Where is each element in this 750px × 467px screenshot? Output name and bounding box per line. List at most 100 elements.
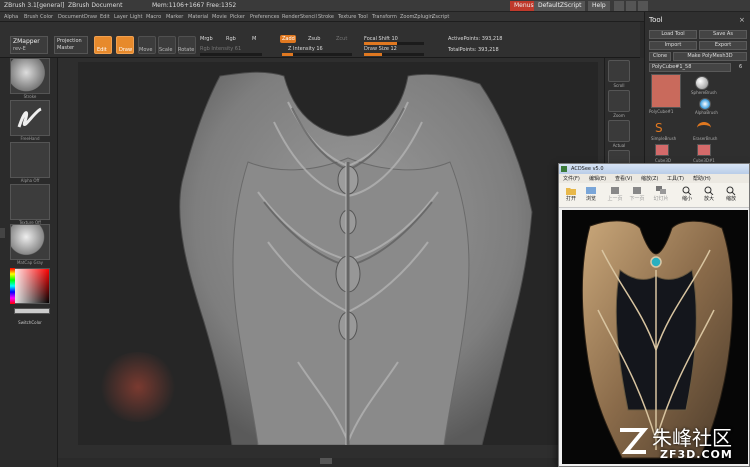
tool-thumb-polycube[interactable] — [651, 74, 681, 108]
default-zscript-button[interactable]: DefaultZScript — [534, 1, 586, 11]
tool-thumb-eraserbrush[interactable] — [697, 122, 711, 134]
zoom-view-label: Zoom — [613, 113, 625, 118]
menu-item-document[interactable]: Document — [58, 14, 84, 20]
zcut-button[interactable]: Zcut — [336, 36, 347, 42]
rgb-intensity-slider[interactable] — [200, 53, 262, 56]
zadd-button[interactable]: Zadd — [280, 35, 296, 43]
menu-item-render[interactable]: Render — [282, 14, 300, 20]
zmapper-button[interactable]: ZMapper rev-E — [10, 36, 48, 54]
acdsee-next-button[interactable]: 下一页 — [627, 186, 647, 206]
menu-item-brush[interactable]: Brush — [24, 14, 38, 20]
menu-item-marker[interactable]: Marker — [166, 14, 183, 20]
acdsee-menu-item-4[interactable]: 工具(T) — [667, 175, 684, 182]
current-tool-name[interactable]: PolyCube#1_58 — [649, 63, 731, 72]
draw-size-fill — [364, 53, 382, 56]
save-as-button[interactable]: Save As — [699, 30, 747, 39]
zsub-button[interactable]: Zsub — [308, 36, 320, 42]
help-button[interactable]: Help — [588, 1, 610, 11]
mrgb-button[interactable]: Mrgb — [200, 36, 213, 42]
scroll-view-button[interactable] — [608, 60, 630, 82]
switch-color-button[interactable]: SwitchColor — [10, 320, 50, 325]
color-picker[interactable] — [10, 268, 50, 304]
texture-thumb[interactable] — [10, 184, 50, 220]
watermark-logo-icon — [620, 428, 649, 454]
minimize-icon[interactable] — [614, 1, 624, 11]
menu-item-zoom[interactable]: Zoom — [400, 14, 414, 20]
stroke-brush-thumb[interactable] — [10, 58, 50, 94]
menu-item-transform[interactable]: Transform — [372, 14, 397, 20]
menu-item-macro[interactable]: Macro — [146, 14, 161, 20]
acdsee-menu-item-2[interactable]: 查看(V) — [615, 175, 632, 182]
acdsee-menu-item-0[interactable]: 文件(F) — [563, 175, 580, 182]
load-tool-button[interactable]: Load Tool — [649, 30, 697, 39]
tool-thumb-cube3d[interactable] — [655, 144, 669, 156]
menu-item-zscript[interactable]: Zscript — [432, 14, 449, 20]
menu-item-draw[interactable]: Draw — [84, 14, 97, 20]
alpha-thumb[interactable] — [10, 142, 50, 178]
acdsee-browse-label: 浏览 — [585, 196, 596, 202]
acdsee-menu-item-3[interactable]: 缩放(Z) — [641, 175, 658, 182]
menu-item-stencil[interactable]: Stencil — [300, 14, 317, 20]
total-points: TotalPoints: 393,218 — [448, 47, 499, 53]
secondary-color-swatch[interactable] — [14, 308, 50, 314]
document-viewport[interactable] — [78, 62, 598, 446]
draw-size-slider[interactable] — [364, 53, 424, 56]
acdsee-zoom-in-button[interactable]: 放大 — [699, 186, 719, 206]
freehand-stroke-thumb[interactable] — [10, 100, 50, 136]
projection-master-button[interactable]: Projection Master — [54, 36, 88, 54]
acdsee-browse-button[interactable]: 浏览 — [581, 186, 601, 206]
close-panel-icon[interactable]: × — [739, 16, 745, 24]
app-title: ZBrush 3.1[general] — [4, 2, 65, 9]
acdsee-title: ACDSee v5.0 — [571, 166, 604, 172]
menu-item-material[interactable]: Material — [188, 14, 208, 20]
acdsee-menu-item-5[interactable]: 帮助(H) — [693, 175, 711, 182]
watermark: 朱峰社区 ZF3D.COM — [612, 420, 750, 467]
acdsee-app-icon — [561, 166, 567, 172]
m-button[interactable]: M — [252, 36, 256, 42]
menu-item-tool[interactable]: Tool — [358, 14, 368, 20]
actual-view-label: Actual — [612, 143, 626, 148]
close-icon[interactable] — [638, 1, 648, 11]
material-thumb[interactable] — [10, 224, 50, 260]
acdsee-zoom-out-button[interactable]: 缩小 — [677, 186, 697, 206]
menu-item-alpha[interactable]: Alpha — [4, 14, 18, 20]
tool-thumb-alphabrush[interactable] — [699, 98, 711, 110]
hue-strip[interactable] — [10, 268, 15, 304]
make-polymesh3d-button[interactable]: Make PolyMesh3D — [673, 52, 747, 61]
export-button[interactable]: Export — [699, 41, 747, 50]
menu-item-light[interactable]: Light — [130, 14, 142, 20]
menu-item-texture[interactable]: Texture — [338, 14, 356, 20]
acdsee-slideshow-button[interactable]: 幻灯片 — [651, 186, 671, 206]
maximize-icon[interactable] — [626, 1, 636, 11]
menu-item-movie[interactable]: Movie — [212, 14, 227, 20]
actual-view-button[interactable] — [608, 120, 630, 142]
acdsee-menu-bar: 文件(F) 编辑(E) 查看(V) 缩放(Z) 工具(T) 帮助(H) — [559, 174, 749, 183]
menu-item-layer[interactable]: Layer — [114, 14, 128, 20]
menu-item-edit[interactable]: Edit — [100, 14, 110, 20]
zoom-view-button[interactable] — [608, 90, 630, 112]
tool-label-spherebrush: SphereBrush — [691, 90, 717, 95]
z-intensity-slider[interactable] — [282, 53, 352, 56]
left-shelf: Stroke FreeHand Alpha Off Texture Off Ma… — [0, 58, 58, 467]
acdsee-menu-item-1[interactable]: 编辑(E) — [589, 175, 606, 182]
import-button[interactable]: Import — [649, 41, 697, 50]
document-title: ZBrush Document — [68, 2, 123, 9]
acdsee-zoom-button[interactable]: 缩放 — [721, 186, 741, 206]
acdsee-open-label: 打开 — [565, 196, 576, 202]
clone-button[interactable]: Clone — [649, 52, 671, 61]
tool-thumb-spherebrush[interactable] — [695, 76, 709, 90]
focal-shift-slider[interactable] — [364, 42, 424, 45]
left-tray-handle[interactable] — [0, 228, 5, 238]
menu-item-zplugin[interactable]: Zplugin — [414, 14, 433, 20]
menu-item-picker[interactable]: Picker — [230, 14, 245, 20]
rgb-button[interactable]: Rgb — [226, 36, 236, 42]
active-points: ActivePoints: 393,218 — [448, 36, 503, 42]
tool-thumb-cube3d-1[interactable] — [697, 144, 711, 156]
menu-item-stroke[interactable]: Stroke — [318, 14, 334, 20]
bottom-tray-handle[interactable] — [320, 458, 332, 464]
tool-thumb-simplebrush[interactable]: S — [655, 122, 669, 134]
menu-item-color[interactable]: Color — [40, 14, 53, 20]
acdsee-prev-button[interactable]: 上一页 — [605, 186, 625, 206]
acdsee-open-button[interactable]: 打开 — [561, 186, 581, 206]
menu-item-preferences[interactable]: Preferences — [250, 14, 279, 20]
